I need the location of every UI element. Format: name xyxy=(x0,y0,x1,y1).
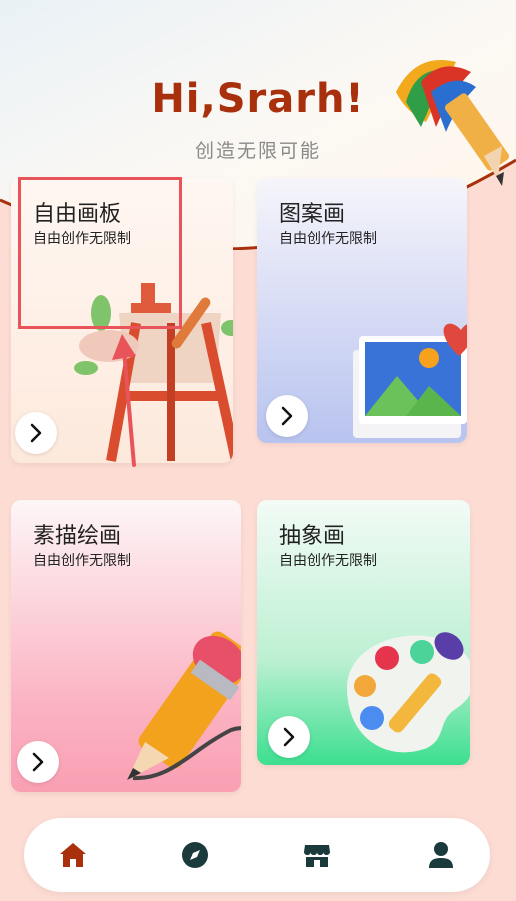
nav-profile[interactable] xyxy=(421,835,461,875)
nav-store[interactable] xyxy=(297,835,337,875)
open-card-button[interactable] xyxy=(15,412,57,454)
card-sketch-drawing[interactable]: 素描绘画 自由创作无限制 xyxy=(11,500,241,792)
card-subtitle: 自由创作无限制 xyxy=(33,553,131,569)
card-subtitle: 自由创作无限制 xyxy=(279,231,377,247)
palette-icon xyxy=(347,632,470,753)
nav-discover[interactable] xyxy=(175,835,215,875)
card-title: 抽象画 xyxy=(279,524,346,549)
picture-heart-icon xyxy=(353,323,467,438)
chevron-right-icon xyxy=(283,727,295,747)
card-pattern-painting[interactable]: 图案画 自由创作无限制 xyxy=(257,178,467,443)
compass-icon xyxy=(182,842,208,868)
highlight-box xyxy=(18,177,182,329)
open-card-button[interactable] xyxy=(268,716,310,758)
chevron-right-icon xyxy=(281,406,293,426)
user-icon xyxy=(429,842,453,868)
paint-pencil-icon xyxy=(396,60,510,186)
card-abstract-painting[interactable]: 抽象画 自由创作无限制 xyxy=(257,500,470,765)
nav-home[interactable] xyxy=(53,835,93,875)
open-card-button[interactable] xyxy=(17,741,59,783)
open-card-button[interactable] xyxy=(266,395,308,437)
bottom-nav xyxy=(24,818,490,892)
home-icon xyxy=(60,843,86,867)
annotation-arrow-icon xyxy=(112,334,136,467)
card-subtitle: 自由创作无限制 xyxy=(279,553,377,569)
card-title: 素描绘画 xyxy=(33,524,122,549)
card-title: 图案画 xyxy=(279,202,346,227)
pencil-icon xyxy=(127,631,241,781)
store-icon xyxy=(304,845,330,867)
chevron-right-icon xyxy=(32,752,44,772)
chevron-right-icon xyxy=(30,423,42,443)
